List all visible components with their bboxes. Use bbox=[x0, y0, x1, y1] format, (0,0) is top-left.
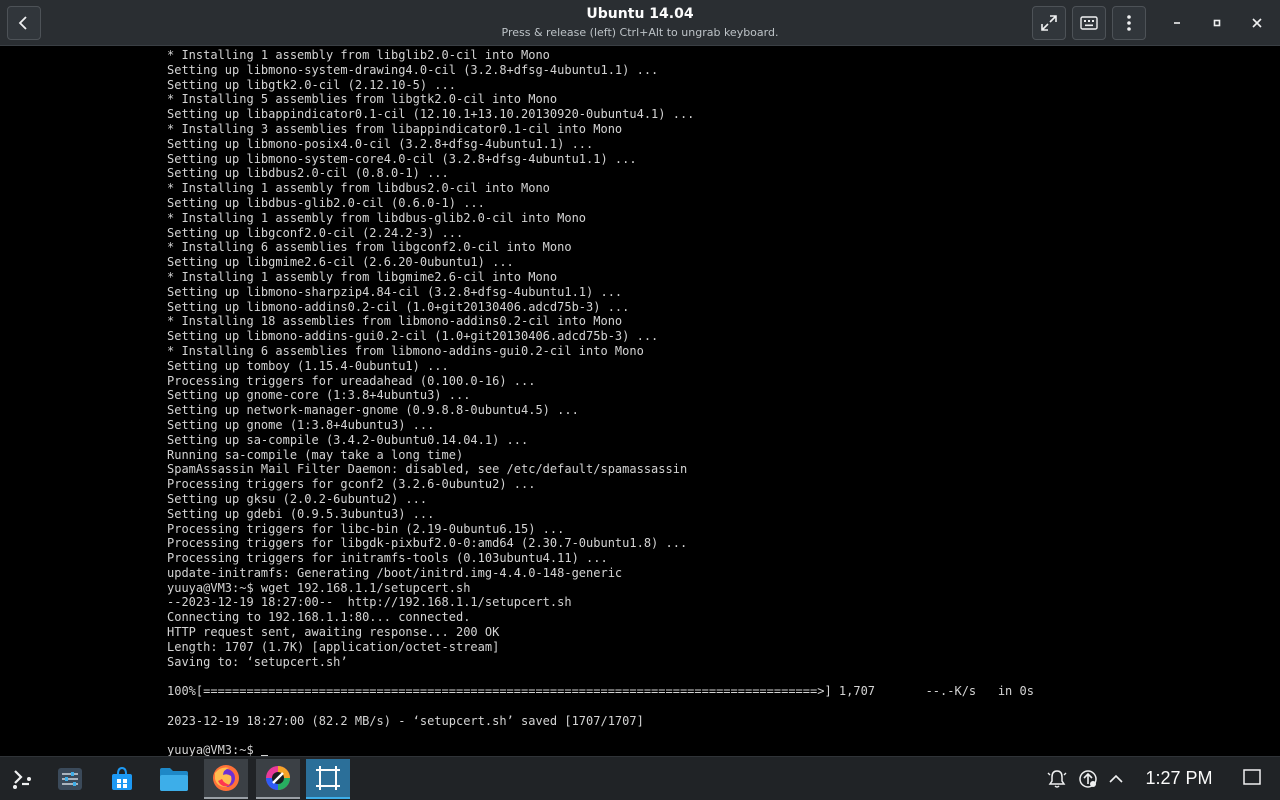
terminal-line: Setting up libmono-system-core4.0-cil (3… bbox=[167, 151, 637, 166]
application-launcher-button[interactable] bbox=[0, 759, 44, 799]
terminal-line: Setting up libgconf2.0-cil (2.24.2-3) ..… bbox=[167, 225, 464, 240]
updates-tray-button[interactable] bbox=[1078, 769, 1098, 793]
color-wheel-icon bbox=[266, 766, 290, 790]
terminal-line: 100%[===================================… bbox=[167, 684, 1034, 699]
terminal-line: Setting up sa-compile (3.4.2-0ubuntu0.14… bbox=[167, 432, 529, 447]
show-hidden-icons-button[interactable] bbox=[1108, 769, 1124, 793]
terminal-line: * Installing 6 assemblies from libgconf2… bbox=[167, 240, 572, 255]
bell-icon bbox=[1047, 770, 1067, 788]
clock[interactable]: 1:27 PM bbox=[1136, 768, 1222, 789]
terminal-line: Setting up libmono-system-drawing4.0-cil… bbox=[167, 62, 659, 77]
chevron-up-icon bbox=[1109, 774, 1123, 783]
title-bar: Ubuntu 14.04 Press & release (left) Ctrl… bbox=[0, 0, 1280, 46]
close-button[interactable] bbox=[1240, 6, 1274, 40]
terminal-line: Setting up libmono-addins0.2-cil (1.0+gi… bbox=[167, 299, 630, 314]
show-desktop-button[interactable] bbox=[1242, 767, 1262, 791]
keyboard-icon bbox=[1080, 16, 1098, 30]
folder-icon bbox=[160, 768, 188, 791]
menu-button[interactable] bbox=[1112, 6, 1146, 40]
terminal-line: Setting up gksu (2.0.2-6ubuntu2) ... bbox=[167, 491, 428, 506]
back-button[interactable] bbox=[7, 6, 41, 40]
keyboard-button[interactable] bbox=[1072, 6, 1106, 40]
terminal-line: --2023-12-19 18:27:00-- http://192.168.1… bbox=[167, 595, 572, 610]
terminal-line: Setting up tomboy (1.15.4-0ubuntu1) ... bbox=[167, 358, 449, 373]
maximize-button[interactable] bbox=[1200, 6, 1234, 40]
maximize-icon bbox=[1213, 19, 1221, 27]
terminal-line: update-initramfs: Generating /boot/initr… bbox=[167, 565, 623, 580]
show-desktop-icon bbox=[1243, 769, 1261, 785]
terminal-line: * Installing 18 assemblies from libmono-… bbox=[167, 314, 623, 329]
terminal-line: * Installing 5 assemblies from libgtk2.0… bbox=[167, 92, 558, 107]
terminal-line: * Installing 1 assembly from libdbus-gli… bbox=[167, 210, 587, 225]
minimize-button[interactable] bbox=[1160, 6, 1194, 40]
terminal-line: * Installing 6 assemblies from libmono-a… bbox=[167, 343, 644, 358]
terminal-line: Processing triggers for initramfs-tools … bbox=[167, 551, 608, 566]
window-subtitle: Press & release (left) Ctrl+Alt to ungra… bbox=[501, 26, 779, 39]
terminal-line: Processing triggers for libc-bin (2.19-0… bbox=[167, 521, 565, 536]
discover-button[interactable] bbox=[100, 759, 144, 799]
close-icon bbox=[1252, 18, 1262, 28]
terminal-line: Setting up libgtk2.0-cil (2.12.10-5) ... bbox=[167, 77, 456, 92]
terminal-line: * Installing 3 assemblies from libappind… bbox=[167, 121, 623, 136]
terminal-line: Processing triggers for ureadahead (0.10… bbox=[167, 373, 536, 388]
back-arrow-icon bbox=[18, 16, 27, 30]
application-launcher-icon bbox=[13, 770, 31, 789]
terminal-line: Setting up network-manager-gnome (0.9.8.… bbox=[167, 403, 579, 418]
terminal-line: Saving to: ‘setupcert.sh’ bbox=[167, 654, 348, 669]
terminal-line: Setting up gdebi (0.9.5.3ubuntu3) ... bbox=[167, 506, 435, 521]
terminal-line: * Installing 1 assembly from libgmime2.6… bbox=[167, 269, 558, 284]
terminal-line: Setting up libappindicator0.1-cil (12.10… bbox=[167, 107, 695, 122]
virt-manager-icon bbox=[316, 766, 340, 790]
window-title: Ubuntu 14.04 bbox=[586, 6, 694, 22]
terminal-line: Length: 1707 (1.7K) [application/octet-s… bbox=[167, 639, 500, 654]
fullscreen-icon bbox=[1041, 15, 1057, 31]
terminal-line: Setting up libgmime2.6-cil (2.6.20-0ubun… bbox=[167, 255, 514, 270]
terminal-line: Connecting to 192.168.1.1:80... connecte… bbox=[167, 610, 471, 625]
terminal-line: Setting up libmono-addins-gui0.2-cil (1.… bbox=[167, 329, 659, 344]
kebab-menu-icon bbox=[1127, 15, 1131, 31]
firefox-icon bbox=[213, 765, 239, 791]
system-settings-button[interactable] bbox=[48, 759, 92, 799]
taskbar: 1:27 PM bbox=[0, 756, 1280, 800]
terminal-line: Setting up libdbus-glib2.0-cil (0.6.0-1)… bbox=[167, 195, 485, 210]
store-bag-icon bbox=[112, 766, 132, 790]
vm-window-button[interactable] bbox=[306, 759, 350, 799]
terminal-prompt-line: yuuya@VM3:~$ bbox=[167, 743, 1034, 756]
settings-sliders-icon bbox=[58, 768, 82, 790]
file-manager-button[interactable] bbox=[152, 759, 196, 799]
color-app-button[interactable] bbox=[256, 759, 300, 799]
update-icon bbox=[1079, 770, 1097, 788]
terminal-line: * Installing 1 assembly from libdbus2.0-… bbox=[167, 181, 550, 196]
terminal-line: Running sa-compile (may take a long time… bbox=[167, 447, 464, 462]
terminal-line: 2023-12-19 18:27:00 (82.2 MB/s) - ‘setup… bbox=[167, 713, 644, 728]
terminal-line: Setting up libmono-sharpzip4.84-cil (3.2… bbox=[167, 284, 623, 299]
terminal-prompt: yuuya@VM3:~$ bbox=[167, 743, 261, 756]
vm-console[interactable]: * Installing 1 assembly from libglib2.0-… bbox=[0, 46, 1280, 756]
terminal-line: * Installing 1 assembly from libglib2.0-… bbox=[167, 48, 550, 62]
terminal-line: Setting up libmono-posix4.0-cil (3.2.8+d… bbox=[167, 136, 594, 151]
terminal-line: Processing triggers for gconf2 (3.2.6-0u… bbox=[167, 477, 536, 492]
minimize-icon bbox=[1174, 22, 1180, 24]
notifications-tray-button[interactable] bbox=[1046, 769, 1068, 793]
terminal-line: SpamAssassin Mail Filter Daemon: disable… bbox=[167, 462, 688, 477]
terminal-line: Processing triggers for libgdk-pixbuf2.0… bbox=[167, 536, 688, 551]
terminal-output: * Installing 1 assembly from libglib2.0-… bbox=[167, 48, 1034, 756]
fullscreen-button[interactable] bbox=[1032, 6, 1066, 40]
terminal-line: Setting up gnome-core (1:3.8+4ubuntu3) .… bbox=[167, 388, 471, 403]
terminal-line: Setting up gnome (1:3.8+4ubuntu3) ... bbox=[167, 417, 435, 432]
firefox-button[interactable] bbox=[204, 759, 248, 799]
terminal-line: Setting up libdbus2.0-cil (0.8.0-1) ... bbox=[167, 166, 449, 181]
terminal-line: HTTP request sent, awaiting response... … bbox=[167, 625, 500, 640]
terminal-line: yuuya@VM3:~$ wget 192.168.1.1/setupcert.… bbox=[167, 580, 471, 595]
